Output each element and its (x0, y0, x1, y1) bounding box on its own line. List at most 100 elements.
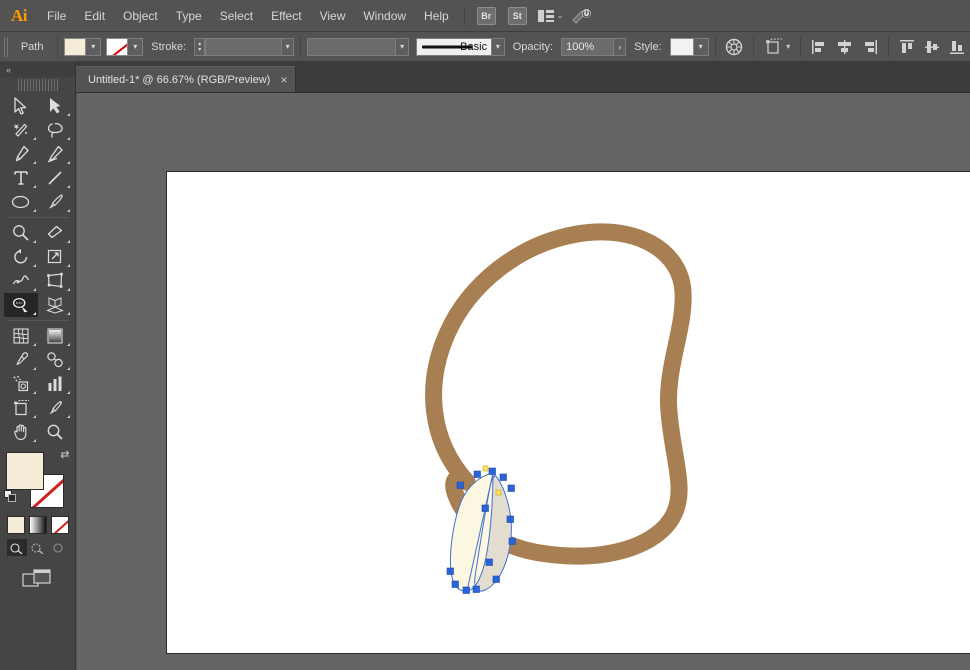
tool-slice[interactable] (38, 396, 72, 420)
opacity-input[interactable]: 100% (561, 37, 615, 56)
menu-type[interactable]: Type (167, 0, 211, 32)
menu-edit[interactable]: Edit (75, 0, 114, 32)
menu-select[interactable]: Select (211, 0, 262, 32)
default-fill-stroke-icon[interactable] (3, 490, 17, 503)
stroke-weight-dropdown-icon[interactable]: ▾ (281, 37, 295, 56)
draw-inside-button[interactable] (48, 539, 69, 556)
tool-magic-wand[interactable] (4, 118, 38, 142)
menu-view[interactable]: View (311, 0, 355, 32)
menu-file[interactable]: File (38, 0, 75, 32)
none-mode-button[interactable] (50, 516, 69, 534)
tool-shape-builder[interactable] (3, 293, 38, 317)
divider (300, 35, 302, 58)
document-tab-title: Untitled-1* @ 66.67% (RGB/Preview) (88, 73, 271, 86)
tool-type[interactable] (4, 166, 38, 190)
tool-paintbrush[interactable] (38, 190, 72, 214)
brush-definition-field[interactable]: Basic (415, 37, 493, 56)
tool-eyedropper[interactable] (4, 348, 38, 372)
tool-selection[interactable] (4, 94, 38, 118)
style-label: Style: (634, 40, 662, 53)
tool-eraser[interactable] (38, 221, 72, 245)
menu-help[interactable]: Help (415, 0, 458, 32)
recolor-artwork-icon[interactable] (725, 38, 743, 56)
stroke-weight-stepper[interactable]: ▴ ▾ (194, 37, 206, 56)
stroke-label: Stroke: (151, 40, 187, 53)
menu-window[interactable]: Window (354, 0, 415, 32)
draw-normal-button[interactable] (6, 539, 28, 556)
toolbar-fill-swatch[interactable] (5, 452, 44, 490)
tool-ellipse[interactable] (4, 190, 38, 214)
tool-line-segment[interactable] (38, 166, 72, 190)
tool-artboard[interactable] (4, 396, 38, 420)
variable-width-profile-input[interactable] (307, 37, 397, 56)
tool-rotate[interactable] (4, 245, 38, 269)
workspace-switcher-icon[interactable] (571, 7, 593, 25)
tool-scale[interactable] (38, 245, 72, 269)
stroke-dropdown-icon[interactable]: ▾ (128, 37, 144, 56)
fill-stroke-indicator: ⇄ (3, 450, 72, 510)
tool-direct-selection[interactable] (38, 94, 72, 118)
bridge-button[interactable]: Br (476, 6, 496, 25)
fill-swatch[interactable] (64, 37, 87, 56)
divider (800, 35, 802, 58)
toolbar-grip[interactable] (17, 79, 58, 91)
arrange-documents-icon[interactable]: ⌄ (537, 9, 563, 23)
tool-curvature[interactable] (38, 142, 72, 166)
menu-object[interactable]: Object (114, 0, 167, 32)
artboard[interactable] (166, 171, 970, 654)
draw-behind-button[interactable] (27, 539, 48, 556)
align-right-icon[interactable] (861, 39, 878, 55)
stroke-weight-input[interactable] (205, 37, 282, 56)
opacity-options-icon[interactable]: › (614, 37, 627, 56)
tool-blend[interactable] (38, 348, 72, 372)
tool-shaper[interactable] (4, 221, 38, 245)
brush-stroke-preview-icon (421, 45, 472, 48)
align-vertical-center-icon[interactable] (924, 39, 941, 55)
chevron-down-icon[interactable]: ▾ (786, 42, 790, 51)
graphic-style-dropdown-icon[interactable]: ▾ (693, 37, 709, 56)
tool-perspective-grid[interactable] (38, 293, 72, 317)
stroke-swatch-control[interactable]: ▾ (106, 37, 144, 56)
tool-free-transform[interactable] (38, 269, 72, 293)
divider (753, 35, 755, 58)
align-horizontal-center-icon[interactable] (836, 39, 853, 55)
variable-width-dropdown-icon[interactable]: ▾ (396, 37, 409, 56)
menu-effect[interactable]: Effect (262, 0, 310, 32)
color-mode-button[interactable] (6, 516, 25, 534)
tool-hand[interactable] (4, 420, 38, 444)
align-bottom-icon[interactable] (949, 39, 966, 55)
fill-dropdown-icon[interactable]: ▾ (86, 37, 102, 56)
graphic-style-swatch[interactable] (669, 37, 694, 56)
tool-mesh[interactable] (4, 324, 38, 348)
tool-zoom[interactable] (38, 420, 72, 444)
collapse-toolbar-button[interactable]: « (0, 62, 75, 77)
transform-panel-icon[interactable]: ▾ (764, 38, 790, 56)
canvas-area[interactable] (77, 93, 970, 670)
align-top-icon[interactable] (899, 39, 916, 55)
stroke-swatch[interactable] (106, 37, 129, 56)
swap-fill-stroke-icon[interactable]: ⇄ (60, 450, 69, 461)
graphic-style-control[interactable]: ▾ (669, 37, 709, 56)
tool-symbol-sprayer[interactable] (4, 372, 38, 396)
app-logo-icon: Ai (11, 5, 28, 25)
document-tab[interactable]: Untitled-1* @ 66.67% (RGB/Preview) × (76, 66, 297, 92)
tool-lasso[interactable] (38, 118, 72, 142)
change-screen-mode-button[interactable] (21, 568, 54, 595)
control-bar-grip[interactable] (4, 36, 10, 57)
screen-mode-row (0, 568, 75, 595)
menu-bar: Ai File Edit Object Type Select Effect V… (0, 0, 970, 32)
tool-width[interactable] (4, 269, 38, 293)
brush-definition-dropdown-icon[interactable]: ▾ (492, 37, 505, 56)
divider (57, 35, 59, 58)
close-icon[interactable]: × (280, 74, 287, 86)
fill-swatch-control[interactable]: ▾ (64, 37, 102, 56)
divider (888, 35, 889, 58)
gradient-mode-button[interactable] (28, 516, 47, 534)
tool-column-graph[interactable] (38, 372, 72, 396)
tool-gradient[interactable] (38, 324, 72, 348)
tool-pen[interactable] (4, 142, 38, 166)
selection-type-label: Path (20, 40, 44, 53)
document-tab-bar: Untitled-1* @ 66.67% (RGB/Preview) × (0, 61, 970, 93)
align-left-icon[interactable] (811, 39, 828, 55)
stock-button[interactable]: St (507, 6, 527, 25)
